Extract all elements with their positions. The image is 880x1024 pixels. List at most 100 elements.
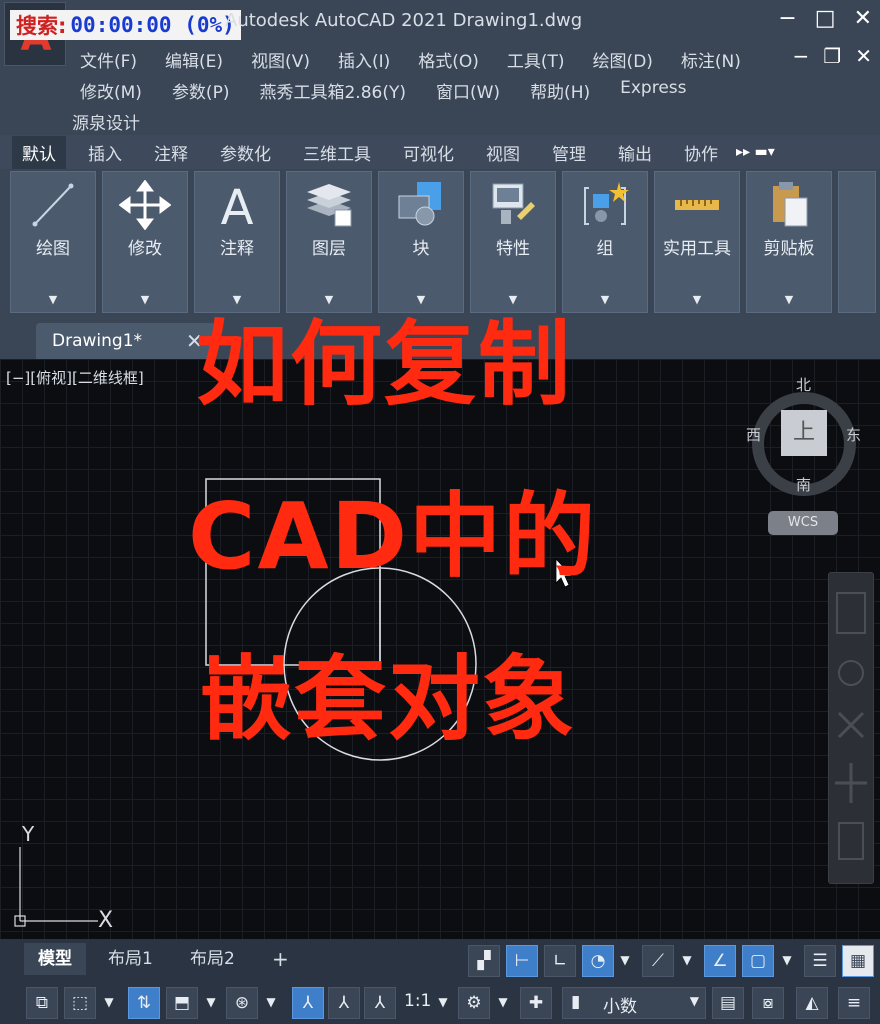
menu-view[interactable]: 视图(V) xyxy=(251,47,310,72)
panel-clipboard[interactable]: 剪贴板 ▼ xyxy=(746,171,832,313)
annotation-scale-value[interactable]: 1:1 xyxy=(404,991,431,1011)
menu-draw[interactable]: 绘图(D) xyxy=(593,47,653,72)
grid-snap-icon[interactable]: ▞ xyxy=(468,945,500,977)
ucs-x-label: X xyxy=(98,908,113,933)
panel-properties-label: 特性 xyxy=(496,239,530,259)
close-icon[interactable]: ✕ xyxy=(854,6,872,31)
add-layout-button[interactable]: + xyxy=(258,943,303,975)
chevron-down-icon[interactable]: ▼ xyxy=(198,987,224,1019)
units-select[interactable]: ▮ 小数 ▼ xyxy=(562,987,706,1019)
panel-utilities[interactable]: 实用工具 ▼ xyxy=(654,171,740,313)
tab-manage[interactable]: 管理 xyxy=(542,136,596,169)
panel-modify[interactable]: 修改 ▼ xyxy=(102,171,188,313)
ucs-icon xyxy=(14,847,98,927)
chevron-down-icon[interactable]: ▼ xyxy=(490,987,516,1019)
menu-dimension[interactable]: 标注(N) xyxy=(681,47,741,72)
window-controls: − □ ✕ xyxy=(778,6,872,31)
annotation-visibility-icon[interactable]: ⅄ xyxy=(292,987,324,1019)
selection-filter-icon[interactable]: ⬒ xyxy=(166,987,198,1019)
panel-draw-label: 绘图 xyxy=(36,239,70,259)
panel-draw[interactable]: 绘图 ▼ xyxy=(10,171,96,313)
auto-scale-icon[interactable]: ⅄ xyxy=(328,987,360,1019)
tab-default[interactable]: 默认 xyxy=(12,135,66,169)
menu-file[interactable]: 文件(F) xyxy=(80,47,137,72)
viewport-label[interactable]: [−][俯视][二维线框] xyxy=(6,367,144,388)
menu-edit[interactable]: 编辑(E) xyxy=(165,47,223,72)
navigation-bar[interactable] xyxy=(828,572,874,884)
chevron-down-icon[interactable]: ▼ xyxy=(258,987,284,1019)
svg-text:A: A xyxy=(221,180,254,230)
tab-collaborate[interactable]: 协作 xyxy=(674,136,728,169)
plus-icon[interactable]: ✚ xyxy=(520,987,552,1019)
menu-insert[interactable]: 插入(I) xyxy=(338,47,390,72)
menu-window[interactable]: 窗口(W) xyxy=(436,78,500,103)
selection-cycling-icon[interactable]: ⧉ xyxy=(26,987,58,1019)
object-snap-tracking-icon[interactable]: ∠ xyxy=(704,945,736,977)
object-snap-icon[interactable]: ▢ xyxy=(742,945,774,977)
tab-output[interactable]: 输出 xyxy=(608,136,662,169)
gizmo-icon[interactable]: ⊛ xyxy=(226,987,258,1019)
tab-view[interactable]: 视图 xyxy=(476,136,530,169)
compass-north[interactable]: 北 xyxy=(796,374,811,395)
view-cube[interactable]: 上 北 南 东 西 WCS xyxy=(740,370,870,545)
wcs-menu[interactable]: WCS xyxy=(768,511,838,535)
chevron-down-icon[interactable]: ▼ xyxy=(11,293,95,306)
compass-west[interactable]: 西 xyxy=(746,424,761,445)
quick-properties-icon[interactable]: ▤ xyxy=(712,987,744,1019)
customization-menu-icon[interactable]: ≡ xyxy=(838,987,870,1019)
menu-parametric[interactable]: 参数(P) xyxy=(172,78,230,103)
status-bar: ⧉ ⬚ ▼ ⇅ ⬒ ▼ ⊛ ▼ ⅄ ⅄ ⅄ 1:1 ▼ ⚙ ▼ ✚ ▮ 小数 ▼… xyxy=(0,983,880,1024)
menu-help[interactable]: 帮助(H) xyxy=(530,78,590,103)
tab-annotate[interactable]: 注释 xyxy=(144,136,198,169)
chevron-down-icon[interactable]: ▼ xyxy=(103,293,187,306)
compass-east[interactable]: 东 xyxy=(846,424,861,445)
doc-close-icon[interactable]: ✕ xyxy=(855,44,872,68)
annotation-scale-icon[interactable]: ⅄ xyxy=(364,987,396,1019)
chevron-down-icon[interactable]: ▼ xyxy=(674,945,700,977)
transparency-icon[interactable]: ▦ xyxy=(842,945,874,977)
chevron-down-icon[interactable]: ▼ xyxy=(747,293,831,306)
doc-tab-drawing1[interactable]: Drawing1* ✕ xyxy=(36,323,216,359)
chevron-down-icon[interactable]: ▼ xyxy=(96,987,122,1019)
chevron-down-icon[interactable]: ▼ xyxy=(774,945,800,977)
hardware-acceleration-icon[interactable]: ◭ xyxy=(796,987,828,1019)
snap-mode-icon[interactable]: ⊢ xyxy=(506,945,538,977)
panel-group[interactable]: 组 ▼ xyxy=(562,171,648,313)
polar-tracking-icon[interactable]: ◔ xyxy=(582,945,614,977)
chevron-down-icon[interactable]: ▼ xyxy=(612,945,638,977)
view-cube-top-face[interactable]: 上 xyxy=(781,410,827,456)
isodraft-icon[interactable]: ⟋ xyxy=(642,945,674,977)
tab-3d-tools[interactable]: 三维工具 xyxy=(293,136,381,169)
menu-yanxiu-toolbox[interactable]: 燕秀工具箱2.86(Y) xyxy=(259,78,406,103)
lineweight-icon[interactable]: ☰ xyxy=(804,945,836,977)
more-tabs-icon[interactable]: ▸▸ ▬▾ xyxy=(736,144,775,160)
isolate-objects-icon[interactable]: ⧇ xyxy=(752,987,784,1019)
menu-modify[interactable]: 修改(M) xyxy=(80,78,142,103)
chevron-down-icon[interactable]: ▼ xyxy=(430,987,456,1019)
tab-model[interactable]: 模型 xyxy=(24,943,86,975)
3d-osnap-icon[interactable]: ⬚ xyxy=(64,987,96,1019)
menu-bar-row-1: 文件(F) 编辑(E) 视图(V) 插入(I) 格式(O) 工具(T) 绘图(D… xyxy=(80,47,769,72)
tab-parametric[interactable]: 参数化 xyxy=(210,136,281,169)
doc-minimize-icon[interactable]: − xyxy=(793,44,810,68)
tab-layout-2[interactable]: 布局2 xyxy=(176,943,249,975)
maximize-icon[interactable]: □ xyxy=(815,6,836,31)
dynamic-ucs-icon[interactable]: ⇅ xyxy=(128,987,160,1019)
panel-overflow[interactable] xyxy=(838,171,876,313)
doc-restore-icon[interactable]: ❐ xyxy=(823,44,841,68)
gear-icon[interactable]: ⚙ xyxy=(458,987,490,1019)
tab-visualize[interactable]: 可视化 xyxy=(393,136,464,169)
tab-layout-1[interactable]: 布局1 xyxy=(94,943,167,975)
menu-express[interactable]: Express xyxy=(620,78,686,103)
minimize-icon[interactable]: − xyxy=(778,6,796,31)
chevron-down-icon[interactable]: ▼ xyxy=(563,293,647,306)
menu-yuanquan[interactable]: 源泉设计 xyxy=(72,109,140,134)
ortho-icon[interactable]: ∟ xyxy=(544,945,576,977)
clipboard-icon xyxy=(773,182,808,227)
tab-insert[interactable]: 插入 xyxy=(78,136,132,169)
menu-format[interactable]: 格式(O) xyxy=(418,47,479,72)
chevron-down-icon[interactable]: ▼ xyxy=(655,293,739,306)
menu-tools[interactable]: 工具(T) xyxy=(507,47,565,72)
move-icon xyxy=(119,180,171,230)
compass-south[interactable]: 南 xyxy=(796,474,811,495)
